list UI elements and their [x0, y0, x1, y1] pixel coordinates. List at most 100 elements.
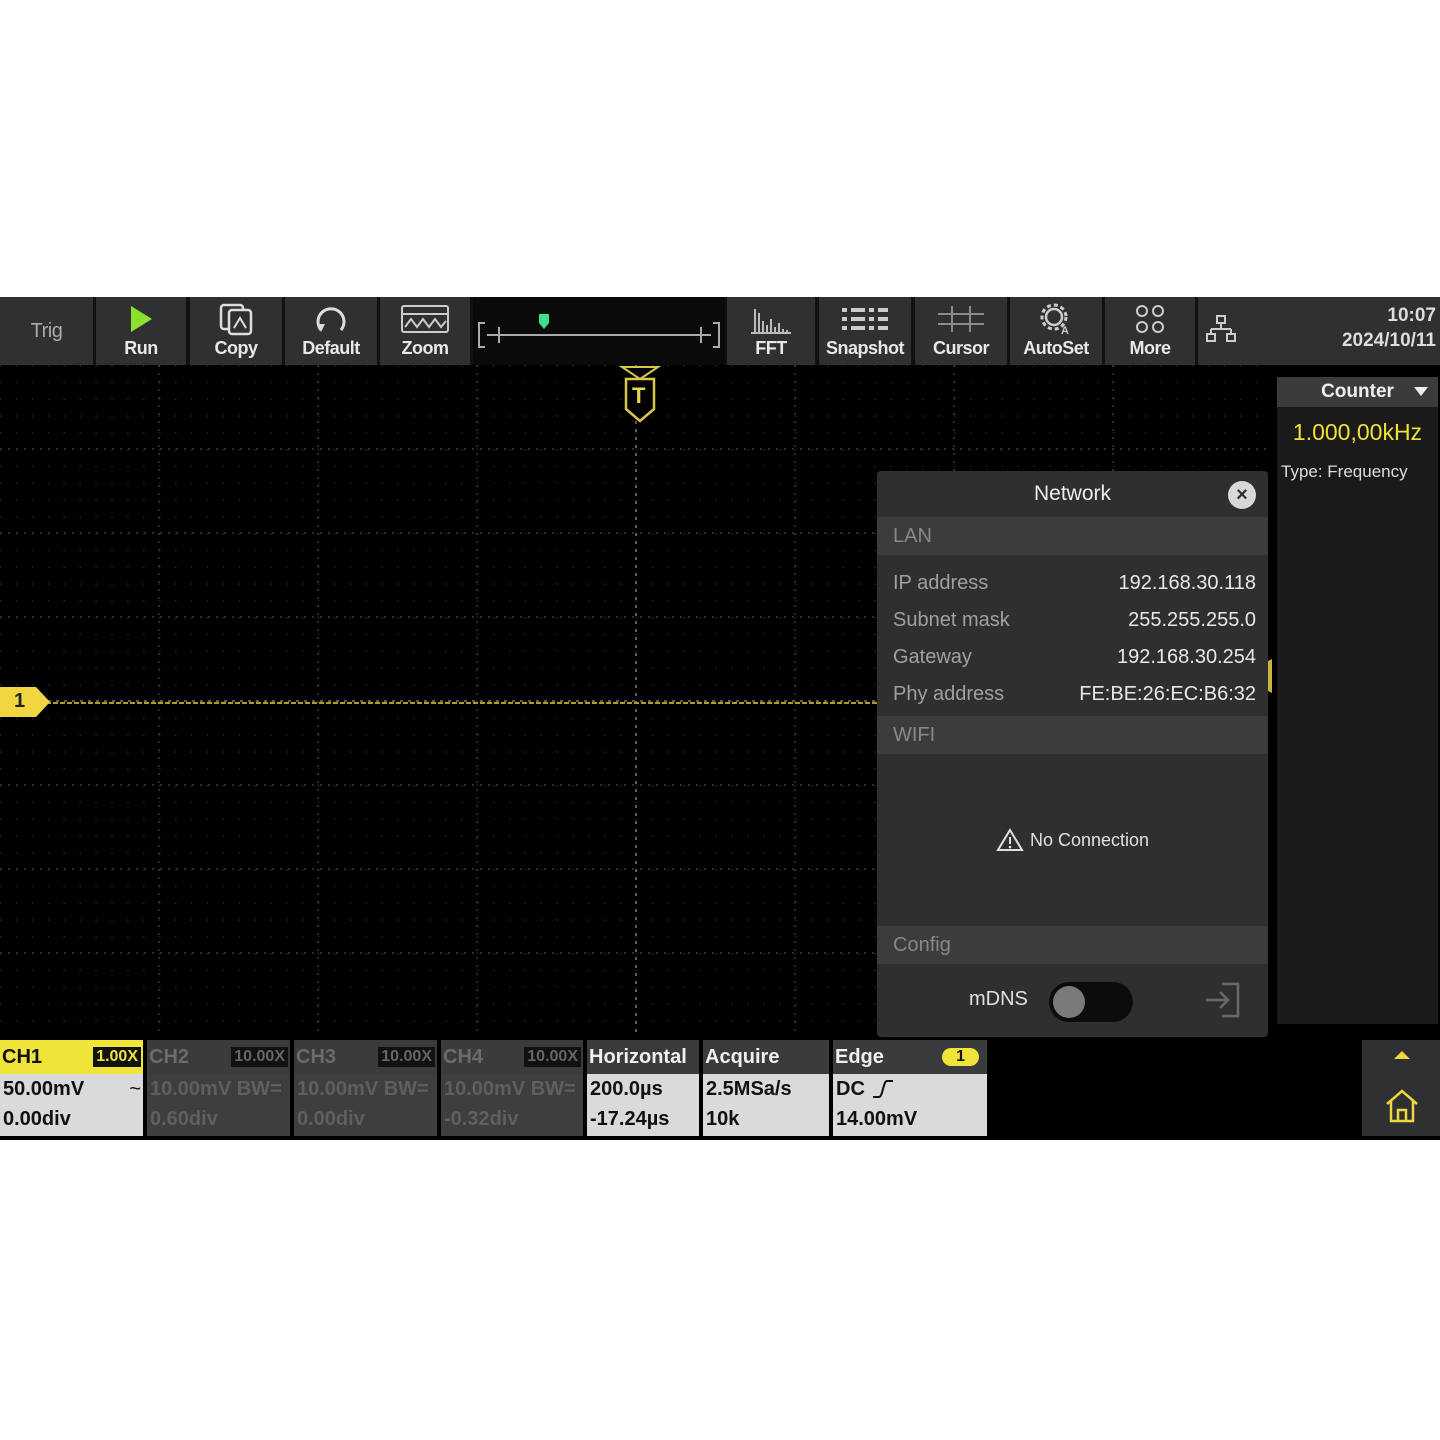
ch1-panel[interactable]: CH1 1.00X 50.00mV ~0.00div [0, 1040, 143, 1136]
autoset-label: AutoSet [1023, 338, 1089, 358]
toggle-knob [1053, 986, 1085, 1018]
horizontal-timebase: 200.0µs [590, 1078, 663, 1100]
acquire-depth: 10k [706, 1108, 740, 1130]
ch2-panel[interactable]: CH2 10.00X 10.00mV BW= 0.60div [147, 1040, 290, 1136]
copy-button[interactable]: Copy [190, 297, 282, 365]
ch1-marker-label: 1 [14, 690, 26, 712]
counter-title: Counter [1321, 381, 1394, 402]
default-button[interactable]: Default [285, 297, 377, 365]
network-row: Subnet mask 255.255.255.0 [877, 602, 1268, 639]
horizontal-position-indicator[interactable] [473, 297, 725, 365]
snapshot-icon [840, 302, 890, 336]
zoom-label: Zoom [401, 338, 450, 358]
horizontal-position: -17.24µs [590, 1108, 670, 1130]
warning-icon [996, 828, 1024, 852]
ch2-scale: 10.00mV [150, 1078, 232, 1100]
edge-source-badge: 1 [942, 1048, 979, 1066]
ch3-coupling: BW= [383, 1078, 429, 1100]
ch1-name: CH1 [2, 1045, 43, 1068]
zoom-icon [400, 302, 450, 336]
mdns-row: mDNS [877, 964, 1268, 1036]
network-dialog: Network × LAN IP address 192.168.30.118 … [877, 471, 1268, 1037]
home-button[interactable] [1362, 1040, 1440, 1136]
chevron-up-icon [1392, 1048, 1412, 1066]
more-grid-icon [1134, 302, 1166, 336]
copy-icon [218, 302, 254, 336]
mdns-toggle[interactable] [1049, 982, 1133, 1022]
reset-icon [313, 302, 349, 336]
ch2-coupling: BW= [236, 1078, 282, 1100]
counter-type: Type: Frequency [1281, 462, 1408, 481]
more-label: More [1129, 338, 1171, 358]
ch3-panel[interactable]: CH3 10.00X 10.00mV BW= 0.00div [294, 1040, 437, 1136]
more-button[interactable]: More [1105, 297, 1195, 365]
ch4-panel[interactable]: CH4 10.00X 10.00mV BW= -0.32div [441, 1040, 583, 1136]
ch1-probe: 1.00X [93, 1047, 141, 1067]
network-status-icon[interactable] [1206, 312, 1236, 351]
bottom-status-bar: CH1 1.00X 50.00mV ~0.00div CH2 10.00X 10.00… [0, 1040, 1440, 1140]
chevron-down-icon [1414, 387, 1428, 396]
ch1-offset-marker[interactable]: 1 [0, 687, 50, 717]
snapshot-button[interactable]: Snapshot [819, 297, 911, 365]
run-label: Run [124, 338, 158, 358]
acquire-panel[interactable]: Acquire 2.5MSa/s 10k [703, 1040, 829, 1136]
edge-level: 14.00mV [836, 1108, 918, 1130]
wifi-status-text: No Connection [1029, 829, 1150, 850]
fft-button[interactable]: FFT [727, 297, 815, 365]
ch2-name: CH2 [149, 1045, 190, 1068]
zoom-button[interactable]: Zoom [380, 297, 470, 365]
subnet-mask-label: Subnet mask [893, 609, 1010, 631]
edge-trigger-panel[interactable]: Edge 1 DC 14.00mV [833, 1040, 987, 1136]
network-dialog-title: Network [1033, 482, 1112, 505]
ch2-probe: 10.00X [231, 1047, 288, 1067]
clock-date: 2024/10/11 [1341, 330, 1436, 351]
edge-title: Edge [835, 1045, 884, 1068]
ch1-offset: 0.00div [3, 1108, 71, 1130]
mdns-label: mDNS [969, 988, 1028, 1010]
exit-icon[interactable] [1202, 980, 1244, 1025]
autoset-gear-icon: A [1039, 302, 1073, 336]
horizontal-panel[interactable]: Horizontal 200.0µs -17.24µs [587, 1040, 699, 1136]
cursor-label: Cursor [932, 338, 990, 358]
ch3-offset: 0.00div [297, 1108, 365, 1130]
ch2-offset: 0.60div [150, 1108, 218, 1130]
run-button[interactable]: Run [96, 297, 186, 365]
rising-edge-icon [871, 1077, 895, 1101]
toolbar: Trig Run Copy Default Zoom FFT Snapshot … [0, 297, 1440, 365]
ch3-probe: 10.00X [378, 1047, 435, 1067]
ch1-scale: 50.00mV [3, 1078, 85, 1100]
fft-icon [749, 302, 793, 336]
trig-button[interactable]: Trig [0, 297, 93, 365]
ch4-probe: 10.00X [524, 1047, 581, 1067]
oscilloscope-screen: Trig Run Copy Default Zoom FFT Snapshot … [0, 297, 1440, 1140]
acquire-rate: 2.5MSa/s [706, 1078, 792, 1100]
counter-value: 1.000,00kHz [1292, 419, 1423, 445]
config-section-header: Config [877, 926, 1268, 964]
clock-time: 10:07 [1387, 305, 1436, 326]
subnet-mask-value: 255.255.255.0 [1128, 609, 1256, 631]
fft-label: FFT [755, 338, 787, 358]
svg-text:A: A [1061, 325, 1069, 336]
play-icon [128, 302, 154, 336]
network-row: Phy address FE:BE:26:EC:B6:32 [877, 676, 1268, 713]
edge-coupling: DC [836, 1078, 865, 1100]
copy-label: Copy [214, 338, 259, 358]
ip-address-label: IP address [893, 572, 989, 594]
snapshot-label: Snapshot [825, 338, 905, 358]
trigger-marker-label: T [632, 383, 646, 408]
ip-address-value: 192.168.30.118 [1118, 572, 1256, 594]
clock: 10:07 2024/10/11 [1300, 303, 1436, 353]
wifi-section-header: WIFI [877, 716, 1268, 754]
network-row: IP address 192.168.30.118 [877, 565, 1268, 602]
network-row: Gateway 192.168.30.254 [877, 639, 1268, 676]
cursor-button[interactable]: Cursor [915, 297, 1007, 365]
counter-dropdown[interactable]: Counter [1277, 377, 1438, 407]
horizontal-title: Horizontal [589, 1045, 687, 1068]
autoset-button[interactable]: A AutoSet [1010, 297, 1102, 365]
ch4-name: CH4 [443, 1045, 484, 1068]
trigger-position-marker[interactable]: T [618, 365, 662, 425]
close-icon[interactable]: × [1228, 481, 1256, 509]
ch4-coupling: BW= [530, 1078, 576, 1100]
counter-panel: Counter 1.000,00kHz Type: Frequency [1277, 377, 1438, 1024]
ch3-name: CH3 [296, 1045, 337, 1068]
